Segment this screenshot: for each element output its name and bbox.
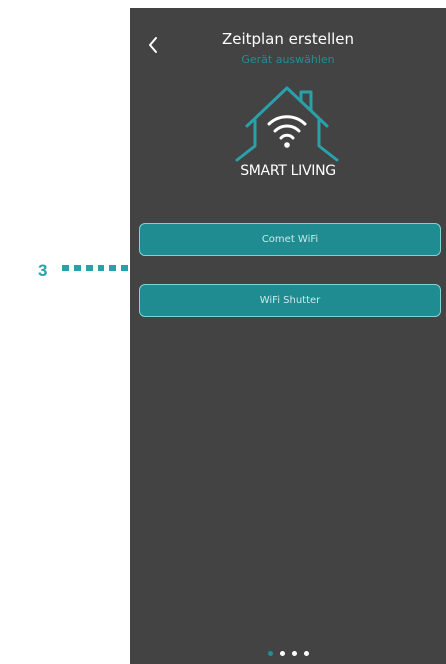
logo-text: SMART LIVING [240, 163, 336, 179]
page-dot[interactable] [303, 651, 309, 656]
device-label: Comet WiFi [261, 234, 319, 245]
page-dot[interactable] [267, 651, 273, 656]
page-subtitle: Gerät auswählen [241, 53, 335, 66]
callout-number: 3 [38, 261, 48, 280]
device-label: WiFi Shutter [259, 295, 321, 306]
page-dot[interactable] [291, 651, 297, 656]
page-title: Zeitplan erstellen [221, 30, 355, 48]
device-button-wifi-shutter[interactable]: WiFi Shutter [139, 284, 441, 317]
page-dot[interactable] [279, 651, 285, 656]
phone-screen: Zeitplan erstellen Gerät auswählen SMART… [130, 8, 446, 664]
device-button-comet-wifi[interactable]: Comet WiFi [139, 223, 441, 256]
page-indicator [130, 651, 446, 656]
page: 3 Zeitplan erstellen Gerät auswählen SMA… [0, 0, 446, 664]
callout-dotted-line [62, 265, 141, 272]
